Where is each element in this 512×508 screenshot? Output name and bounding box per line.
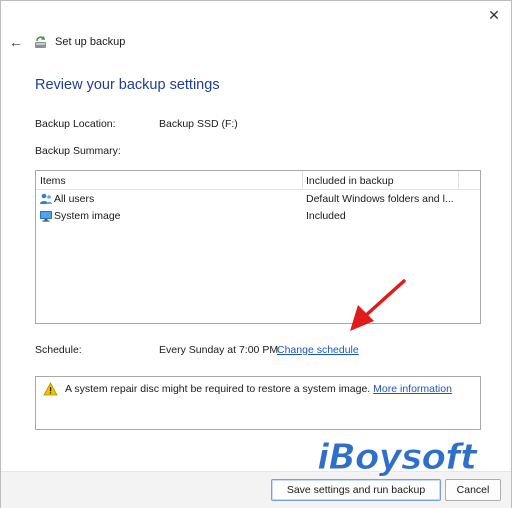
- users-icon: [40, 193, 52, 204]
- page-heading: Review your backup settings: [35, 77, 220, 93]
- warning-icon: [43, 382, 58, 396]
- close-icon: ✕: [488, 6, 500, 23]
- cancel-button[interactable]: Cancel: [445, 479, 501, 501]
- table-row-system-image[interactable]: System image Included: [36, 208, 480, 225]
- monitor-icon: [40, 211, 52, 222]
- back-arrow-icon: ←: [9, 34, 23, 50]
- backup-location-label: Backup Location:: [35, 118, 116, 130]
- column-header-included[interactable]: Included in backup: [306, 175, 394, 187]
- column-divider[interactable]: [458, 171, 459, 190]
- notice-text: A system repair disc might be required t…: [65, 383, 452, 395]
- backup-summary-table[interactable]: Items Included in backup All users Defau…: [35, 170, 481, 324]
- backup-window: ✕ ← Set up backup Review your backup set…: [0, 0, 512, 508]
- schedule-label: Schedule:: [35, 344, 82, 356]
- back-button[interactable]: ←: [7, 33, 25, 51]
- backup-location-value: Backup SSD (F:): [159, 118, 238, 130]
- column-header-items[interactable]: Items: [40, 175, 66, 187]
- row-name: All users: [54, 193, 95, 205]
- notice-message: A system repair disc might be required t…: [65, 383, 371, 395]
- red-arrow-icon: [350, 279, 406, 331]
- column-divider[interactable]: [302, 171, 303, 190]
- schedule-value: Every Sunday at 7:00 PM: [159, 344, 279, 356]
- backup-app-icon: [35, 36, 46, 48]
- titlebar: ← Set up backup: [7, 31, 125, 53]
- window-title: Set up backup: [55, 36, 126, 48]
- change-schedule-link[interactable]: Change schedule: [277, 344, 359, 356]
- system-repair-notice: A system repair disc might be required t…: [35, 376, 481, 430]
- save-and-run-backup-button[interactable]: Save settings and run backup: [271, 479, 441, 501]
- row-included: Included: [306, 210, 346, 222]
- table-row-all-users[interactable]: All users Default Windows folders and l.…: [36, 191, 480, 208]
- more-information-link[interactable]: More information: [373, 383, 452, 395]
- row-included: Default Windows folders and l...: [306, 193, 454, 205]
- close-button[interactable]: ✕: [483, 5, 505, 25]
- table-header: Items Included in backup: [36, 171, 480, 190]
- backup-summary-label: Backup Summary:: [35, 145, 121, 157]
- iboysoft-watermark: iBoysoft: [316, 437, 477, 479]
- row-name: System image: [54, 210, 121, 222]
